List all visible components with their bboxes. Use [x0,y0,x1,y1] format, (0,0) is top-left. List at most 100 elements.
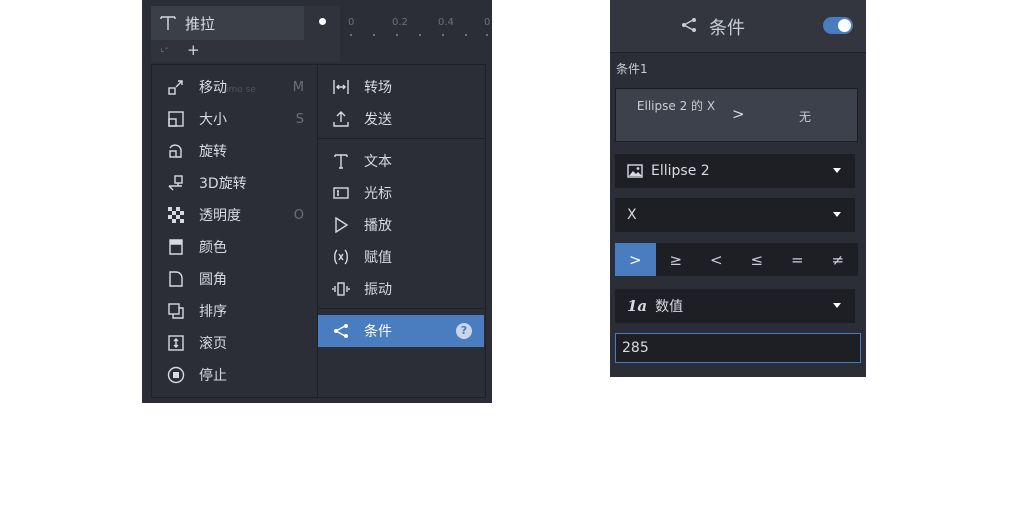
menu-item-rotate-3d[interactable]: 3D旋转 [152,167,317,199]
condition-icon [680,16,698,34]
text-icon [332,152,350,170]
number-type-icon: 1a [627,297,648,315]
menu-divider [318,308,485,309]
shortcut-key: O [293,207,304,223]
condition-label: 条件1 [616,62,648,76]
menu-divider [318,138,485,139]
cursor-icon [332,184,350,202]
assign-icon [332,248,350,266]
menu-column-properties: 移动 M 大小 S 旋转 3D旋转 透明度 O 颜色 圆角 排序 滚页 停止 [152,65,318,397]
tick-mark [419,34,421,36]
menu-item-transition[interactable]: 转场 [318,71,484,103]
caret-down-icon [833,212,841,217]
condition-summary[interactable]: Ellipse 2 的 X > 无 [615,88,858,142]
rotate-3d-icon [167,174,185,192]
keyframe-dot[interactable] [319,18,326,25]
menu-item-corner-radius[interactable]: 圆角 [152,263,317,295]
summary-left-operand: Ellipse 2 的 X [636,99,716,113]
menu-item-color[interactable]: 颜色 [152,231,317,263]
toggle-knob [838,19,851,32]
tick-label: 0.2 [392,17,408,28]
menu-item-label: 排序 [199,304,227,320]
rotate-icon [167,142,185,160]
condition-toggle[interactable] [823,17,853,34]
menu-item-assign[interactable]: 赋值 [318,241,484,273]
menu-item-order[interactable]: 排序 [152,295,317,327]
menu-item-label: 旋转 [199,144,227,160]
property-dropdown[interactable]: X [615,198,855,232]
transition-icon [332,78,350,96]
menu-item-play[interactable]: 播放 [318,209,484,241]
menu-item-stop[interactable]: 停止 [152,359,317,391]
opacity-icon [167,206,185,224]
menu-item-label: 滚页 [199,336,227,352]
dropdown-value: Ellipse 2 [651,163,710,179]
operator-button-neq[interactable]: ≠ [817,243,858,276]
tick-label: 0 [484,17,491,28]
operator-button-lte[interactable]: ≤ [736,243,777,276]
scroll-icon [167,334,185,352]
corner-radius-icon [167,270,185,288]
tick-mark [486,34,488,36]
vibrate-icon [332,280,350,298]
menu-item-move[interactable]: 移动 M [152,71,317,103]
menu-item-label: 发送 [364,112,392,128]
help-icon[interactable]: ? [456,323,472,339]
send-icon [332,110,350,128]
condition-panel-header: 条件 [610,0,866,53]
menu-column-actions: 转场 发送 文本 光标 播放 赋值 振动 条件 ? [318,65,485,397]
menu-item-label: 条件 [364,324,392,340]
menu-item-scroll[interactable]: 滚页 [152,327,317,359]
value-input[interactable] [615,333,861,363]
menu-item-opacity[interactable]: 透明度 O [152,199,317,231]
menu-item-vibrate[interactable]: 振动 [318,273,484,305]
nesting-corner-icon: ⌞- [160,43,169,54]
text-tool-icon [159,14,177,32]
target-layer-dropdown[interactable]: Ellipse 2 [615,154,855,188]
dropdown-value: 数值 [655,299,684,315]
menu-item-scale[interactable]: 大小 S [152,103,317,135]
menu-item-text[interactable]: 文本 [318,145,484,177]
add-action-button[interactable]: + [187,41,200,59]
menu-item-label: 文本 [364,154,392,170]
condition-icon [332,322,350,340]
menu-item-label: 赋值 [364,250,392,266]
menu-item-label: 大小 [199,112,227,128]
timeline-ruler[interactable]: 0 0.2 0.4 0 [340,6,492,40]
menu-item-label: 移动 [199,80,227,96]
tick-mark [465,34,467,36]
operator-button-gt[interactable]: > [615,243,656,276]
operator-button-gte[interactable]: ≥ [655,243,696,276]
operator-button-eq[interactable]: = [777,243,818,276]
order-icon [167,302,185,320]
tick-mark [396,34,398,36]
menu-item-label: 颜色 [199,240,227,256]
menu-item-condition[interactable]: 条件 ? [318,315,484,347]
track-header[interactable]: 推拉 [151,6,304,40]
summary-operator: > [732,105,745,123]
menu-item-rotate[interactable]: 旋转 [152,135,317,167]
menu-item-cursor[interactable]: 光标 [318,177,484,209]
menu-item-send[interactable]: 发送 [318,103,484,135]
keyframe-marker-area[interactable] [304,6,340,40]
play-icon [332,216,350,234]
menu-item-label: 透明度 [199,208,241,224]
operator-button-lt[interactable]: < [696,243,737,276]
operator-selector: > ≥ < ≤ = ≠ [615,243,858,276]
menu-item-label: 光标 [364,186,392,202]
tick-mark [350,34,352,36]
panel-title: 条件 [709,18,745,39]
add-action-menu: imo se 移动 M 大小 S 旋转 3D旋转 透明度 O 颜色 圆角 排序 … [151,64,486,398]
image-icon [627,164,643,178]
menu-item-label: 3D旋转 [199,176,247,192]
value-type-dropdown[interactable]: 1a 数值 [615,289,855,323]
menu-item-label: 转场 [364,80,392,96]
tick-mark [373,34,375,36]
track-row: 推拉 0 0.2 0.4 0 [142,6,492,40]
tick-label: 0.4 [438,17,454,28]
caret-down-icon [833,168,841,173]
tick-label: 0 [348,17,355,28]
shortcut-key: S [295,111,304,127]
track-subrow: ⌞- + [151,40,340,62]
dropdown-value: X [627,207,637,223]
